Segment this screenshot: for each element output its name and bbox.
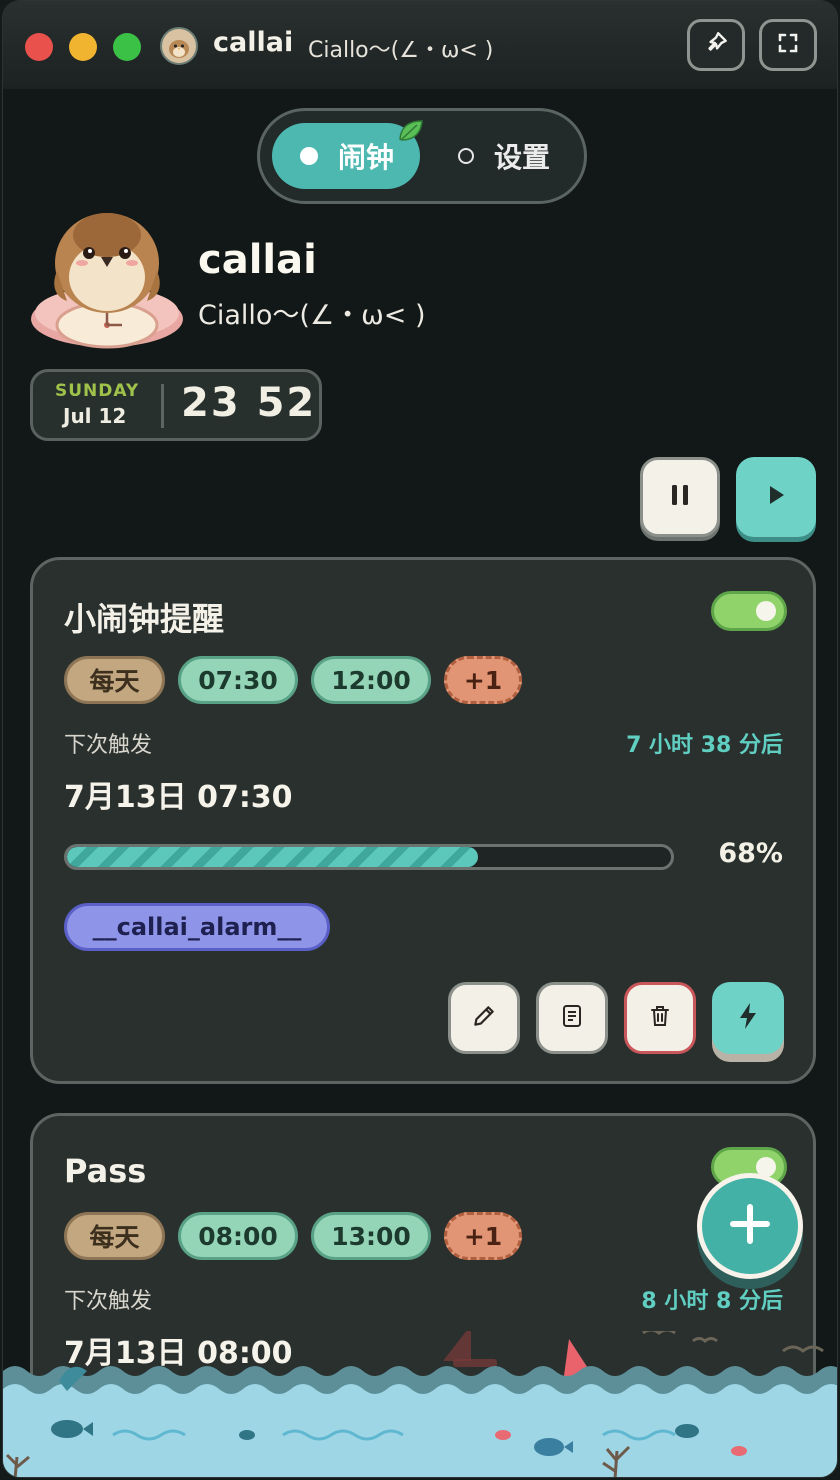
progress-bar <box>64 844 674 870</box>
tab-label: 闹钟 <box>338 141 395 174</box>
weekday-label: SUNDAY <box>55 381 140 401</box>
mascot-illustration <box>27 201 187 357</box>
ocean-decoration <box>3 1325 837 1477</box>
pause-all-button[interactable] <box>640 457 720 537</box>
document-icon <box>560 1003 584 1033</box>
time-remaining: 8 小时 8 分后 <box>641 1289 783 1314</box>
pin-icon <box>703 30 729 60</box>
tab-settings[interactable]: 设置 <box>428 123 576 189</box>
edit-button[interactable] <box>448 982 520 1054</box>
profile-name: callai <box>198 237 317 283</box>
play-icon <box>765 483 787 511</box>
pin-button[interactable] <box>687 19 745 71</box>
divider <box>161 384 164 428</box>
leaf-icon <box>397 117 425 149</box>
trigger-now-button[interactable] <box>712 982 784 1054</box>
app-window: callai Ciallo～(∠・ω< ) 闹钟 设置 callai Ciall… <box>2 0 838 1478</box>
time-chip: 08:00 <box>178 1212 298 1260</box>
plus-icon <box>728 1202 772 1250</box>
time-remaining: 7 小时 38 分后 <box>626 733 783 758</box>
lightning-icon <box>737 1001 759 1035</box>
toggle-knob <box>756 601 776 621</box>
alarm-card: 小闹钟提醒 每天 07:30 12:00 +1 下次触发 7 小时 38 分后 … <box>30 557 816 1084</box>
date-time-widget: SUNDAY Jul 12 23 52 <box>30 369 322 441</box>
next-trigger-label: 下次触发 <box>64 1289 153 1314</box>
alarm-title: 小闹钟提醒 <box>64 600 225 638</box>
repeat-chip: 每天 <box>64 1212 165 1260</box>
tab-bullet-icon <box>458 148 474 164</box>
fullscreen-icon <box>776 31 800 59</box>
repeat-chip: 每天 <box>64 656 165 704</box>
trash-icon <box>648 1003 672 1033</box>
alarm-tag[interactable]: __callai_alarm__ <box>64 903 330 951</box>
title-bar: callai Ciallo～(∠・ω< ) <box>3 1 837 89</box>
fullscreen-button[interactable] <box>759 19 817 71</box>
time-chip: 13:00 <box>311 1212 431 1260</box>
next-trigger-time: 7月13日 07:30 <box>64 780 293 815</box>
close-window-button[interactable] <box>25 33 53 61</box>
more-times-chip[interactable]: +1 <box>444 1212 522 1260</box>
log-button[interactable] <box>536 982 608 1054</box>
next-trigger-label: 下次触发 <box>64 733 153 758</box>
window-subtitle: Ciallo～(∠・ω< ) <box>308 38 494 63</box>
play-all-button[interactable] <box>736 457 816 537</box>
minimize-window-button[interactable] <box>69 33 97 61</box>
schedule-chips: 每天 08:00 13:00 +1 <box>64 1212 522 1260</box>
alarm-enable-toggle[interactable] <box>711 591 787 631</box>
delete-button[interactable] <box>624 982 696 1054</box>
time-chip: 07:30 <box>178 656 298 704</box>
date-label: Jul 12 <box>63 404 127 428</box>
time-chip: 12:00 <box>311 656 431 704</box>
progress-percent: 68% <box>718 838 783 869</box>
maximize-window-button[interactable] <box>113 33 141 61</box>
more-times-chip[interactable]: +1 <box>444 656 522 704</box>
alarm-title: Pass <box>64 1152 147 1190</box>
app-avatar-icon <box>160 27 198 65</box>
pencil-icon <box>471 1003 497 1033</box>
progress-fill <box>67 847 478 867</box>
pause-icon <box>669 483 691 511</box>
add-alarm-button[interactable] <box>697 1173 803 1279</box>
current-time: 23 52 <box>181 380 317 426</box>
window-title: callai <box>213 27 294 58</box>
schedule-chips: 每天 07:30 12:00 +1 <box>64 656 522 704</box>
tab-bullet-icon <box>300 147 318 165</box>
profile-motto: Ciallo～(∠・ω< ) <box>198 300 426 331</box>
tab-label: 设置 <box>494 141 551 174</box>
